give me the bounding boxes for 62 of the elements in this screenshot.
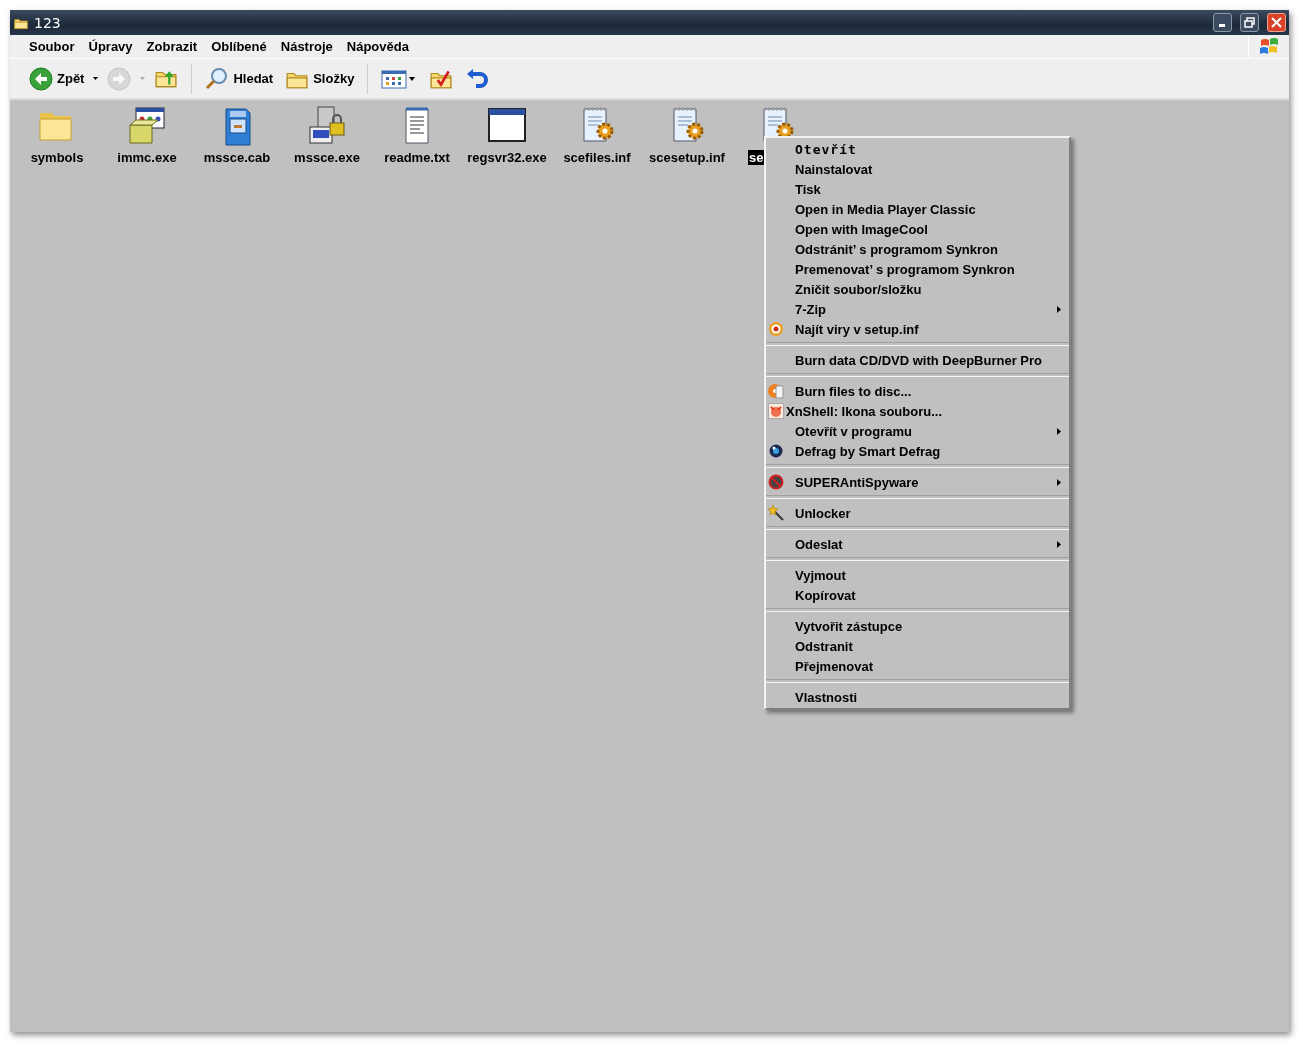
search-icon [205,66,230,91]
prohibited-icon [768,474,784,490]
file-name[interactable]: immc.exe [116,150,178,165]
target-icon [768,321,784,337]
caret-icon [140,77,146,80]
computer-lock-icon[interactable] [306,105,348,147]
menu-item[interactable]: Odstranit [795,638,853,654]
menu-item[interactable]: XnShell: Ikona souboru... [786,403,942,419]
menu-item[interactable]: Premenovat’ s programom Synkron [795,261,1015,277]
search-button[interactable]: Hledat [202,64,277,93]
menu-item[interactable]: Úpravy [82,39,141,54]
menu-item[interactable]: Odstránit’ s programom Synkron [795,241,998,257]
menu-item[interactable]: Přejmenovat [795,658,874,674]
menu-item[interactable]: Nástroje [274,39,341,54]
file-name[interactable]: se [748,150,765,165]
menu-item[interactable]: Tisk [795,181,821,197]
close-button[interactable] [1267,13,1286,32]
menu-item[interactable]: Zničit soubor/složku [795,281,922,297]
menu-item[interactable]: Burn files to disc... [795,383,912,399]
file-name[interactable]: regsvr32.exe [466,150,548,165]
menu-item[interactable]: Vytvořit zástupce [795,618,903,634]
menu-item[interactable]: Oblíbené [205,39,275,54]
menu-item[interactable]: Odeslat [795,536,843,552]
windows-logo-icon [1259,37,1279,56]
file-name[interactable]: scesetup.inf [648,150,726,165]
back-button[interactable]: Zpět [26,64,88,93]
minimize-button[interactable] [1213,13,1232,32]
menu-item[interactable]: Open with ImageCool [795,221,928,237]
menu-item[interactable]: Otevřít v programu [795,423,913,439]
box-window-icon[interactable] [126,105,168,147]
menu-item[interactable]: Unlocker [795,505,851,521]
menu-item[interactable]: Vyjmout [795,567,846,583]
menu-item[interactable]: Najít viry v setup.inf [795,321,919,337]
picture-icon [768,403,784,419]
caret-icon [93,77,99,80]
undo-icon [465,67,490,90]
menu-item[interactable]: Nápověda [340,39,417,54]
close-icon [1271,17,1282,28]
disc-document-icon [768,383,784,399]
wand-icon [768,505,784,521]
file-name[interactable]: mssce.exe [293,150,361,165]
file-name[interactable]: scefiles.inf [562,150,632,165]
window-title: 123 [34,14,62,31]
menu-item[interactable]: Burn data CD/DVD with DeepBurner Pro [795,352,1043,368]
file-name[interactable]: mssce.cab [202,150,272,165]
menu-item[interactable]: Soubor [23,39,83,54]
menu-item[interactable]: Defrag by Smart Defrag [795,443,941,459]
menu-item[interactable]: Vlastnosti [795,689,858,705]
menu-item[interactable]: Open in Media Player Classic [795,201,976,217]
menu-item[interactable]: Nainstalovat [795,161,873,177]
sphere-icon [768,443,784,459]
folders-button[interactable]: Složky [282,65,358,92]
restore-button[interactable] [1240,13,1259,32]
menu-item[interactable]: Otevřít [795,141,857,157]
menu-item[interactable]: Kopírovat [795,587,856,603]
file-name[interactable]: readme.txt [383,150,451,165]
menu-item[interactable]: Zobrazit [140,39,206,54]
menu-item[interactable]: SUPERAntiSpyware [795,474,919,490]
file-name[interactable]: symbols [29,150,85,165]
restore-icon [1244,17,1255,28]
menu-item[interactable]: 7-Zip [795,301,827,317]
views-icon [381,67,418,90]
